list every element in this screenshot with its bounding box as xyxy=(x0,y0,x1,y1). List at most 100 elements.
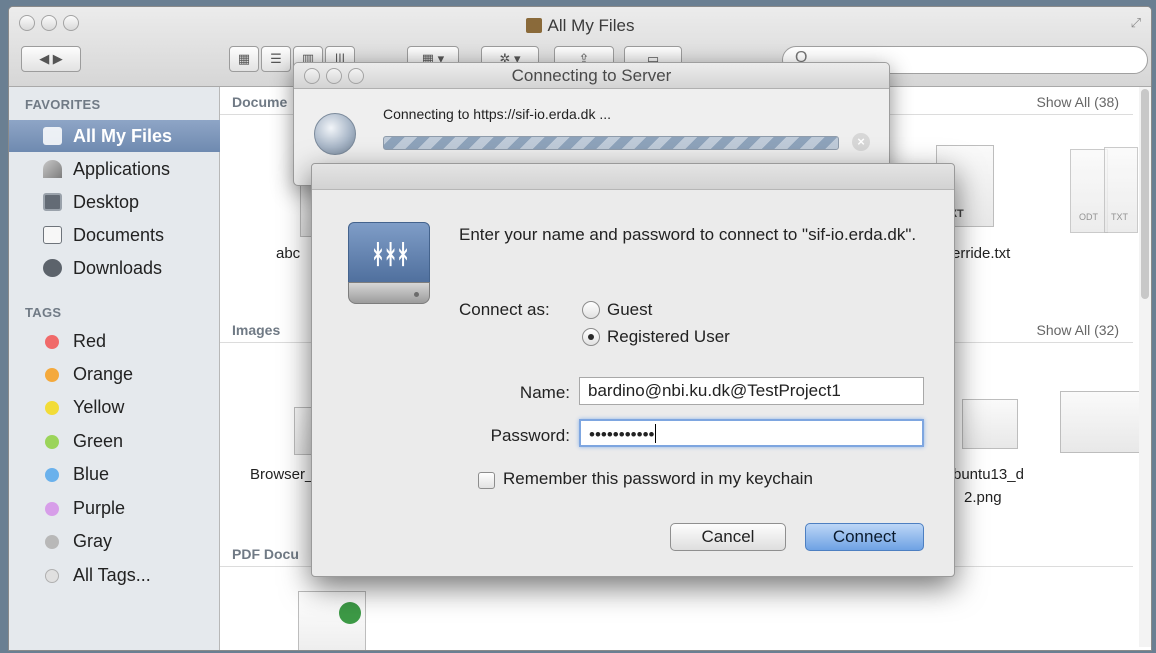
file-server-icon: ᚼᚼᚼ xyxy=(348,222,430,304)
password-label: Password: xyxy=(490,426,570,445)
guest-label[interactable]: Guest xyxy=(607,300,652,320)
tags-header: TAGS xyxy=(25,305,62,320)
green-tag-icon xyxy=(45,435,59,449)
connect-button[interactable]: Connect xyxy=(805,523,924,551)
tag-label: Green xyxy=(73,431,124,451)
gray-tag-icon xyxy=(45,535,59,549)
sidebar: FAVORITES All My Files Applications Desk… xyxy=(9,87,220,650)
section-label: Docume xyxy=(232,94,288,110)
network-globe-icon xyxy=(314,113,356,155)
close-button[interactable] xyxy=(304,68,320,84)
downloads-icon xyxy=(43,259,62,277)
list-view-icon[interactable]: ☰ xyxy=(261,46,291,72)
auth-prompt: Enter your name and password to connect … xyxy=(459,225,917,244)
window-title-text: All My Files xyxy=(547,16,635,35)
fullscreen-icon[interactable]: ⤢ xyxy=(1131,15,1141,31)
show-all-documents-link[interactable]: Show All (38) xyxy=(1037,94,1119,110)
tag-label: Gray xyxy=(73,531,113,551)
connecting-title: Connecting to Server xyxy=(294,63,889,89)
cancel-button[interactable]: Cancel xyxy=(670,523,786,551)
all-my-files-icon xyxy=(43,127,62,145)
password-field[interactable]: ••••••••••• xyxy=(579,419,924,447)
window-title: All My Files xyxy=(9,16,1151,36)
file-label[interactable]: buntu13_d xyxy=(953,466,1024,483)
zoom-button[interactable] xyxy=(348,68,364,84)
auth-dialog: ᚼᚼᚼ Enter your name and password to conn… xyxy=(311,163,955,577)
all-my-files-icon xyxy=(525,18,542,33)
image-thumbnail[interactable] xyxy=(1060,391,1140,453)
sidebar-item-label: All My Files xyxy=(73,126,173,146)
favorites-header: FAVORITES xyxy=(25,97,101,112)
registered-user-label[interactable]: Registered User xyxy=(607,327,730,347)
odt-document-icon[interactable]: ODT xyxy=(1070,149,1108,233)
sidebar-item-label: Applications xyxy=(73,159,171,179)
text-caret xyxy=(655,424,657,443)
minimize-button[interactable] xyxy=(326,68,342,84)
file-label[interactable]: abc xyxy=(276,245,300,262)
back-forward-icon[interactable]: ◀ ▶ xyxy=(21,46,81,72)
remember-password-checkbox[interactable] xyxy=(478,472,495,489)
sidebar-item-downloads[interactable]: Downloads xyxy=(9,252,220,284)
tag-label: Purple xyxy=(73,498,126,518)
file-label[interactable]: 2.png xyxy=(964,489,1002,506)
tag-label: All Tags... xyxy=(73,565,151,585)
sidebar-item-all-my-files[interactable]: All My Files xyxy=(9,120,220,152)
file-label[interactable]: Browser_ xyxy=(250,466,313,483)
show-all-images-link[interactable]: Show All (32) xyxy=(1037,322,1119,338)
remember-password-label[interactable]: Remember this password in my keychain xyxy=(503,469,813,489)
name-label: Name: xyxy=(519,383,570,402)
sidebar-tag-red[interactable]: Red xyxy=(9,325,220,357)
server-face: ᚼᚼᚼ xyxy=(348,222,430,284)
tag-label: Orange xyxy=(73,364,134,384)
pdf-logo-icon xyxy=(339,602,361,624)
name-value: bardino@nbi.ku.dk@TestProject1 xyxy=(588,381,841,400)
all-tags-icon xyxy=(45,569,59,583)
tag-label: Yellow xyxy=(73,397,125,417)
sidebar-item-documents[interactable]: Documents xyxy=(9,219,220,251)
sidebar-item-label: Downloads xyxy=(73,258,163,278)
password-value: ••••••••••• xyxy=(589,425,655,444)
applications-icon xyxy=(43,160,62,178)
connecting-message: Connecting to https://sif-io.erda.dk ... xyxy=(383,106,612,122)
sidebar-tag-yellow[interactable]: Yellow xyxy=(9,391,220,423)
image-thumbnail[interactable] xyxy=(962,399,1018,449)
registered-user-radio[interactable] xyxy=(582,328,600,346)
orange-tag-icon xyxy=(45,368,59,382)
sidebar-tag-purple[interactable]: Purple xyxy=(9,492,220,524)
tag-label: Red xyxy=(73,331,107,351)
documents-icon xyxy=(43,226,62,244)
pdf-thumbnail[interactable] xyxy=(298,591,366,650)
doc-ext: TXT xyxy=(1111,212,1128,222)
server-base xyxy=(348,282,430,304)
sidebar-item-applications[interactable]: Applications xyxy=(9,153,220,185)
yellow-tag-icon xyxy=(45,401,59,415)
connect-as-label: Connect as: xyxy=(459,300,550,319)
server-led xyxy=(414,292,419,297)
desktop-icon xyxy=(43,193,62,211)
section-label: PDF Docu xyxy=(232,546,299,562)
txt-document-icon[interactable]: TXT xyxy=(1104,147,1138,233)
name-field[interactable]: bardino@nbi.ku.dk@TestProject1 xyxy=(579,377,924,405)
sidebar-item-label: Desktop xyxy=(73,192,140,212)
scrollbar[interactable] xyxy=(1139,87,1151,647)
file-label[interactable]: erride.txt xyxy=(952,245,1010,262)
sidebar-tag-blue[interactable]: Blue xyxy=(9,458,220,490)
stop-icon[interactable]: × xyxy=(852,133,870,151)
guest-radio[interactable] xyxy=(582,301,600,319)
blue-tag-icon xyxy=(45,468,59,482)
sidebar-item-label: Documents xyxy=(73,225,165,245)
progress-bar xyxy=(383,136,839,150)
sidebar-tag-green[interactable]: Green xyxy=(9,425,220,457)
sidebar-item-desktop[interactable]: Desktop xyxy=(9,186,220,218)
tag-label: Blue xyxy=(73,464,110,484)
sheet-header xyxy=(312,164,954,190)
purple-tag-icon xyxy=(45,502,59,516)
sidebar-tag-gray[interactable]: Gray xyxy=(9,525,220,557)
red-tag-icon xyxy=(45,335,59,349)
sidebar-tag-orange[interactable]: Orange xyxy=(9,358,220,390)
people-icon: ᚼᚼᚼ xyxy=(370,239,411,269)
doc-ext: ODT xyxy=(1079,212,1098,222)
scrollbar-thumb[interactable] xyxy=(1141,89,1149,299)
icon-view-icon[interactable]: ▦ xyxy=(229,46,259,72)
sidebar-tag-all-tags[interactable]: All Tags... xyxy=(9,559,220,591)
